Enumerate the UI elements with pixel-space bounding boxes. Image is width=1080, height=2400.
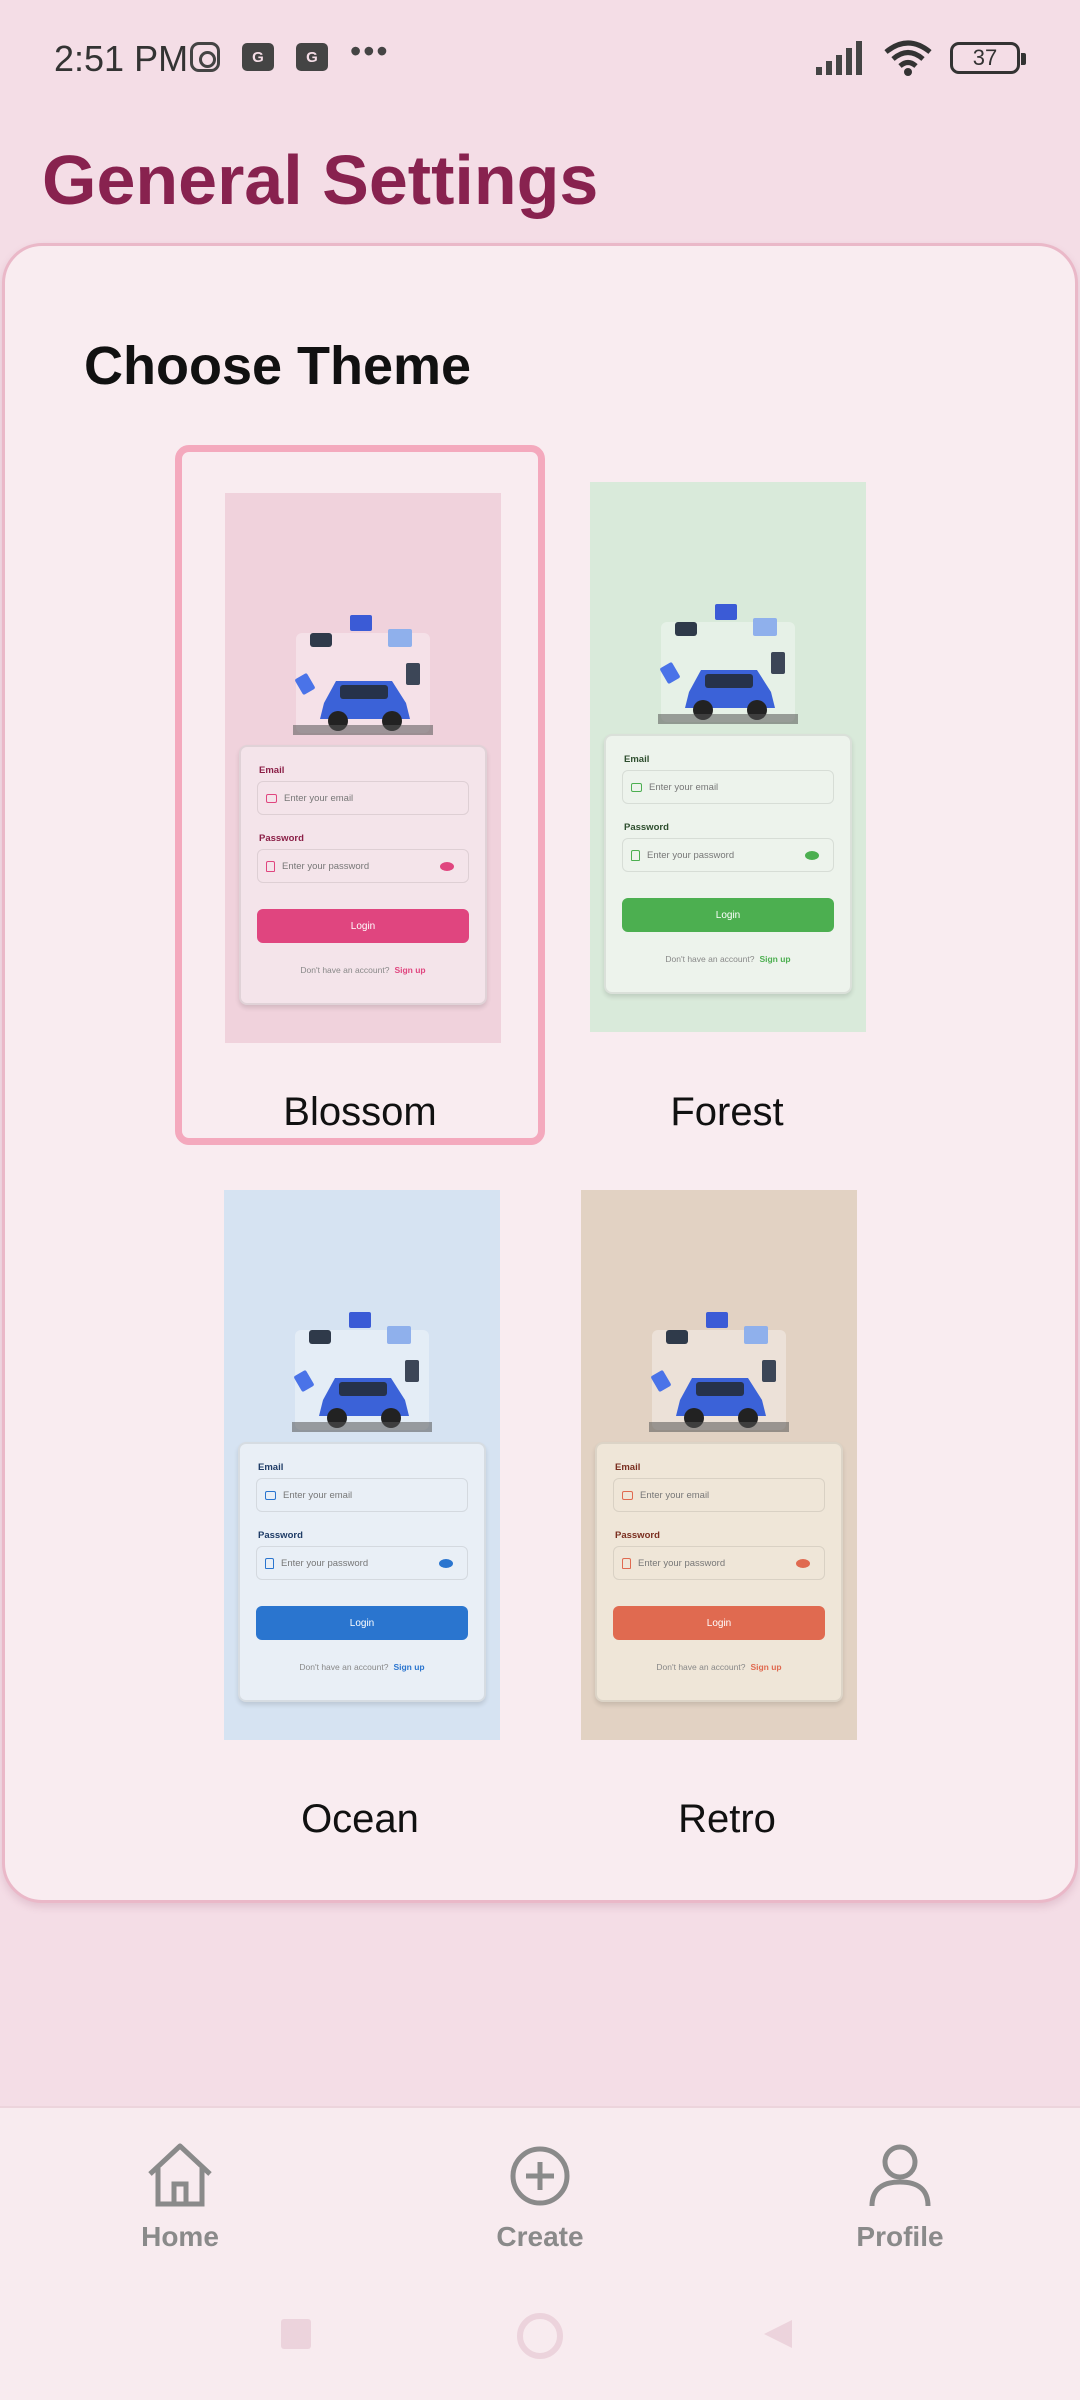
email-placeholder: Enter your email <box>640 1489 710 1501</box>
status-bar: 2:51 PM G G ••• 37 <box>0 0 1080 120</box>
lock-icon <box>265 1557 274 1569</box>
mail-icon <box>622 1490 633 1500</box>
password-field: Enter your password <box>256 1546 468 1580</box>
notification-icons: G G ••• <box>190 33 390 72</box>
section-title: Choose Theme <box>84 336 472 396</box>
status-right-icons: 37 <box>816 40 1026 76</box>
plus-circle-icon <box>510 2146 570 2206</box>
news-icon: G <box>296 43 328 71</box>
car-illustration <box>292 1312 432 1432</box>
email-field: Enter your email <box>256 1478 468 1512</box>
nav-profile-label: Profile <box>856 2221 944 2252</box>
password-label: Password <box>259 833 304 844</box>
circle-icon[interactable] <box>516 2312 564 2365</box>
email-label: Email <box>258 1462 284 1473</box>
email-label: Email <box>615 1462 641 1473</box>
password-label: Password <box>615 1530 660 1541</box>
password-placeholder: Enter your password <box>282 860 370 872</box>
battery-icon: 37 <box>950 42 1026 74</box>
signup-link: Sign up <box>759 954 791 964</box>
password-field: Enter your password <box>613 1546 825 1580</box>
email-label: Email <box>259 765 285 776</box>
login-button-preview: Login <box>257 909 469 943</box>
more-notifications-icon: ••• <box>350 32 390 69</box>
nav-home[interactable]: Home <box>80 2140 280 2253</box>
password-placeholder: Enter your password <box>647 849 735 861</box>
password-placeholder: Enter your password <box>638 1557 726 1569</box>
status-time: 2:51 PM <box>54 38 189 79</box>
signup-prompt: Don't have an account? Sign up <box>597 1662 841 1672</box>
email-label: Email <box>624 754 650 765</box>
email-field: Enter your email <box>257 781 469 815</box>
login-card-preview: Email Enter your email Password Enter yo… <box>604 734 852 994</box>
theme-label-blossom: Blossom <box>283 1090 437 1134</box>
signup-prompt: Don't have an account? Sign up <box>241 965 485 975</box>
password-placeholder: Enter your password <box>281 1557 369 1569</box>
password-field: Enter your password <box>257 849 469 883</box>
person-icon <box>869 2144 931 2207</box>
back-triangle-icon[interactable] <box>760 2316 796 2357</box>
page-title: General Settings <box>42 141 599 219</box>
car-illustration <box>649 1312 789 1432</box>
signal-icon <box>816 41 862 75</box>
theme-preview-retro: Email Enter your email Password Enter yo… <box>581 1190 857 1740</box>
password-label: Password <box>624 822 669 833</box>
signup-prompt-text: Don't have an account? <box>300 965 390 975</box>
email-placeholder: Enter your email <box>283 1489 353 1501</box>
mail-icon <box>265 1490 276 1500</box>
password-label: Password <box>258 1530 303 1541</box>
signup-link: Sign up <box>394 965 426 975</box>
signup-prompt-text: Don't have an account? <box>299 1662 389 1672</box>
password-field: Enter your password <box>622 838 834 872</box>
nav-profile[interactable]: Profile <box>800 2140 1000 2253</box>
signup-link: Sign up <box>393 1662 425 1672</box>
car-illustration <box>293 615 433 735</box>
nav-create-label: Create <box>496 2221 584 2252</box>
instagram-icon <box>190 42 220 72</box>
login-button-preview: Login <box>613 1606 825 1640</box>
login-button-preview: Login <box>256 1606 468 1640</box>
eye-icon <box>796 1559 810 1568</box>
square-icon[interactable] <box>278 2316 314 2357</box>
lock-icon <box>631 849 640 861</box>
theme-label-ocean: Ocean <box>301 1797 419 1841</box>
email-field: Enter your email <box>613 1478 825 1512</box>
nav-home-label: Home <box>141 2221 219 2252</box>
theme-preview-forest: Email Enter your email Password Enter yo… <box>590 482 866 1032</box>
mail-icon <box>266 793 277 803</box>
login-card-preview: Email Enter your email Password Enter yo… <box>238 1442 486 1702</box>
login-button-preview: Login <box>622 898 834 932</box>
wifi-icon <box>884 40 932 76</box>
signup-prompt: Don't have an account? Sign up <box>606 954 850 964</box>
signup-prompt-text: Don't have an account? <box>656 1662 746 1672</box>
news-icon: G <box>242 43 274 71</box>
signup-prompt: Don't have an account? Sign up <box>240 1662 484 1672</box>
login-card-preview: Email Enter your email Password Enter yo… <box>595 1442 843 1702</box>
eye-icon <box>805 851 819 860</box>
theme-label-forest: Forest <box>670 1090 784 1134</box>
lock-icon <box>266 860 275 872</box>
lock-icon <box>622 1557 631 1569</box>
login-card-preview: Email Enter your email Password Enter yo… <box>239 745 487 1005</box>
signup-link: Sign up <box>750 1662 782 1672</box>
home-icon <box>148 2143 212 2207</box>
eye-icon <box>439 1559 453 1568</box>
theme-preview-ocean: Email Enter your email Password Enter yo… <box>224 1190 500 1740</box>
nav-create[interactable]: Create <box>440 2140 640 2253</box>
theme-label-retro: Retro <box>678 1797 776 1841</box>
email-placeholder: Enter your email <box>284 792 354 804</box>
email-field: Enter your email <box>622 770 834 804</box>
eye-icon <box>440 862 454 871</box>
email-placeholder: Enter your email <box>649 781 719 793</box>
mail-icon <box>631 782 642 792</box>
signup-prompt-text: Don't have an account? <box>665 954 755 964</box>
theme-preview-blossom: Email Enter your email Password Enter yo… <box>225 493 501 1043</box>
car-illustration <box>658 604 798 724</box>
